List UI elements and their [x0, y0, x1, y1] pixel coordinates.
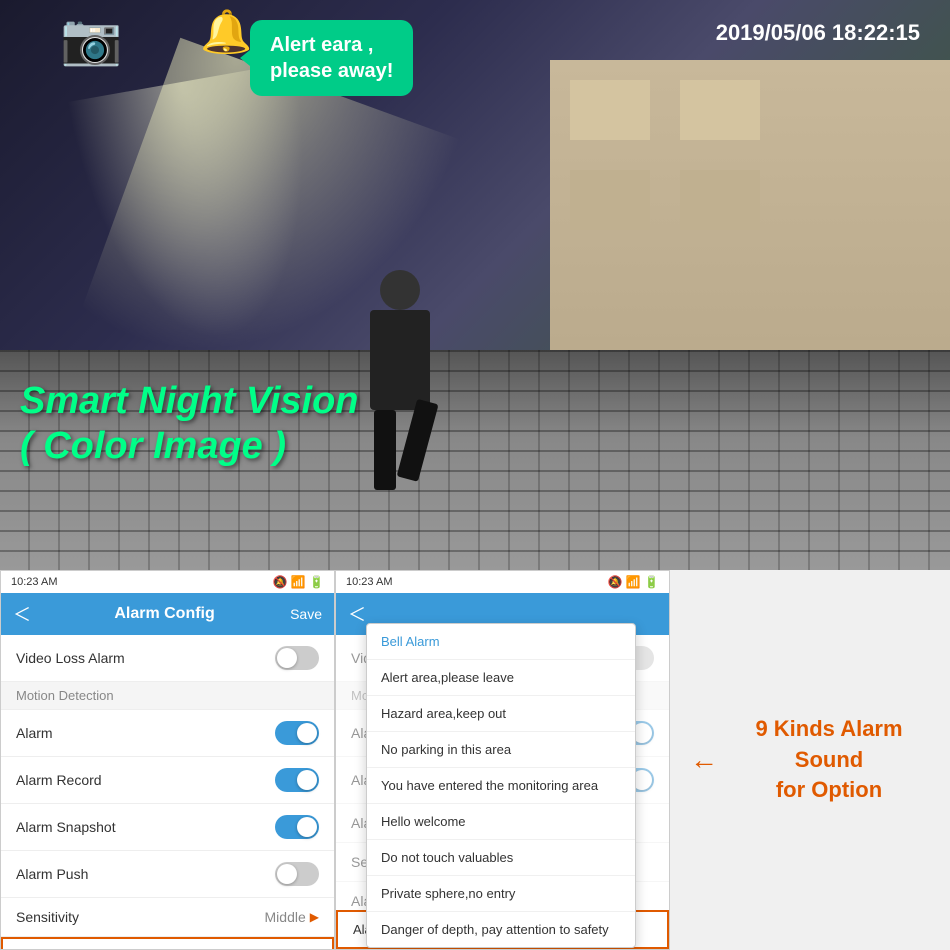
sensitivity-row: Sensitivity Middle ▶	[1, 898, 334, 937]
left-time: 10:23 AM	[11, 576, 57, 588]
hero-title: Smart Night Vision ( Color Image )	[20, 379, 359, 470]
alarm-push-label: Alarm Push	[16, 866, 88, 882]
arrow-left-icon: ←	[690, 744, 718, 776]
alarm-record-row: Alarm Record	[1, 757, 334, 804]
right-back-button[interactable]: ＜	[348, 601, 366, 627]
right-time: 10:23 AM	[346, 576, 392, 588]
hero-section: 📷 🔔 Alert eara , please away! 2019/05/06…	[0, 0, 950, 570]
alarm-record-label: Alarm Record	[16, 772, 102, 788]
dropdown-item-7[interactable]: Private sphere,no entry	[367, 876, 635, 912]
sensitivity-label: Sensitivity	[16, 909, 79, 925]
annotation-text: 9 Kinds Alarm Sound for Option	[728, 714, 930, 806]
dropdown-item-0[interactable]: Bell Alarm	[367, 624, 635, 660]
panels-area: 10:23 AM 🔕 📶 🔋 ＜ Alarm Config Save Video…	[0, 570, 950, 950]
alarm-snapshot-label: Alarm Snapshot	[16, 819, 116, 835]
left-save-button[interactable]: Save	[290, 606, 322, 622]
alarm-sound-row: Alarm Sound	[1, 937, 334, 950]
datetime-display: 2019/05/06 18:22:15	[716, 20, 920, 46]
person-silhouette	[350, 270, 450, 490]
dropdown-item-6[interactable]: Do not touch valuables	[367, 840, 635, 876]
alarm-sound-dropdown: Bell Alarm Alert area,please leave Hazar…	[366, 623, 636, 948]
right-status-icons: 🔕 📶 🔋	[608, 575, 660, 589]
dropdown-item-2[interactable]: Hazard area,keep out	[367, 696, 635, 732]
left-header-title: Alarm Config	[39, 605, 290, 623]
dropdown-item-1[interactable]: Alert area,please leave	[367, 660, 635, 696]
alert-bubble: Alert eara , please away!	[250, 20, 413, 96]
left-status-bar: 10:23 AM 🔕 📶 🔋	[1, 571, 334, 593]
dropdown-item-3[interactable]: No parking in this area	[367, 732, 635, 768]
annotation-area: ← 9 Kinds Alarm Sound for Option	[670, 570, 950, 950]
left-back-button[interactable]: ＜	[13, 601, 31, 627]
video-loss-row: Video Loss Alarm	[1, 635, 334, 682]
alarm-push-row: Alarm Push	[1, 851, 334, 898]
motion-detection-label: Motion Detection	[16, 688, 114, 703]
video-loss-toggle[interactable]	[275, 646, 319, 670]
dropdown-item-8[interactable]: Danger of depth, pay attention to safety	[367, 912, 635, 947]
alarm-label: Alarm	[16, 725, 53, 741]
sensitivity-value: Middle	[265, 909, 306, 925]
alarm-snapshot-row: Alarm Snapshot	[1, 804, 334, 851]
left-status-icons: 🔕 📶 🔋	[273, 575, 325, 589]
camera-icon: 📷	[60, 10, 122, 69]
left-phone-content: Video Loss Alarm Motion Detection Alarm …	[1, 635, 334, 950]
alarm-toggle[interactable]	[275, 721, 319, 745]
alarm-snapshot-toggle[interactable]	[275, 815, 319, 839]
alarm-record-toggle[interactable]	[275, 768, 319, 792]
dropdown-item-5[interactable]: Hello welcome	[367, 804, 635, 840]
left-phone-header: ＜ Alarm Config Save	[1, 593, 334, 635]
dropdown-item-4[interactable]: You have entered the monitoring area	[367, 768, 635, 804]
video-loss-label: Video Loss Alarm	[16, 650, 125, 666]
right-phone-panel: 10:23 AM 🔕 📶 🔋 ＜ Video Motio... Alarm Al…	[335, 570, 670, 950]
sensitivity-arrow-icon: ▶	[310, 910, 319, 924]
alarm-row: Alarm	[1, 710, 334, 757]
motion-detection-header: Motion Detection	[1, 682, 334, 710]
right-status-bar: 10:23 AM 🔕 📶 🔋	[336, 571, 669, 593]
alarm-push-toggle[interactable]	[275, 862, 319, 886]
left-phone-panel: 10:23 AM 🔕 📶 🔋 ＜ Alarm Config Save Video…	[0, 570, 335, 950]
